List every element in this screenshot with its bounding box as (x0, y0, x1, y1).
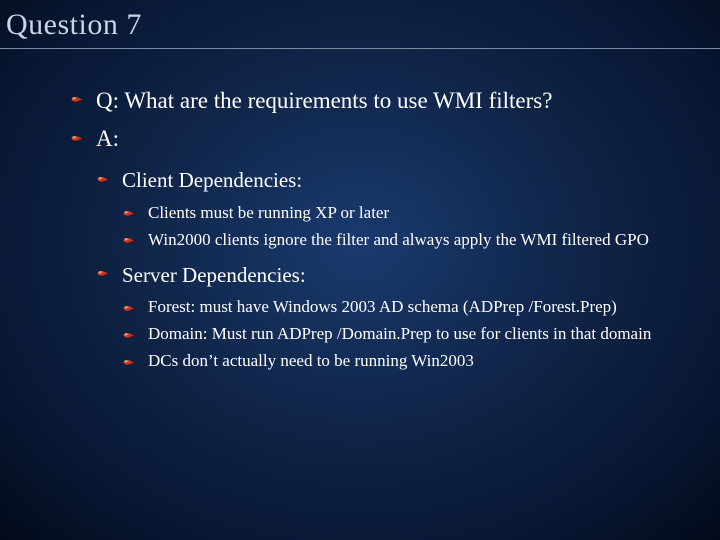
list-item: A: Client Dependencies: Clients must be … (70, 123, 680, 373)
slide: Question 7 Q: What are the requirements … (0, 0, 720, 540)
slide-title: Question 7 (0, 0, 720, 49)
list-item: Q: What are the requirements to use WMI … (70, 85, 680, 117)
bullet-icon (122, 358, 136, 367)
client-dep-item: Win2000 clients ignore the filter and al… (148, 230, 649, 249)
bullet-list-level1: Q: What are the requirements to use WMI … (70, 85, 680, 373)
bullet-list-level2: Client Dependencies: Clients must be run… (96, 165, 680, 373)
list-item: Forest: must have Windows 2003 AD schema… (122, 296, 680, 319)
list-item: Win2000 clients ignore the filter and al… (122, 229, 680, 252)
client-dependencies-label: Client Dependencies: (122, 168, 302, 192)
bullet-icon (122, 331, 136, 340)
bullet-list-level3: Forest: must have Windows 2003 AD schema… (122, 296, 680, 373)
bullet-icon (122, 304, 136, 313)
bullet-icon (70, 95, 84, 104)
slide-content: Q: What are the requirements to use WMI … (0, 49, 720, 373)
bullet-icon (96, 175, 110, 184)
server-dep-item: Forest: must have Windows 2003 AD schema… (148, 297, 617, 316)
list-item: DCs don’t actually need to be running Wi… (122, 350, 680, 373)
bullet-icon (122, 209, 136, 218)
bullet-icon (122, 236, 136, 245)
bullet-icon (96, 269, 110, 278)
answer-label: A: (96, 126, 119, 151)
bullet-icon (70, 134, 84, 143)
server-dep-item: Domain: Must run ADPrep /Domain.Prep to … (148, 324, 651, 343)
server-dep-item: DCs don’t actually need to be running Wi… (148, 351, 474, 370)
list-item: Server Dependencies: Forest: must have W… (96, 260, 680, 373)
question-text: Q: What are the requirements to use WMI … (96, 88, 552, 113)
bullet-list-level3: Clients must be running XP or later Win2… (122, 202, 680, 252)
list-item: Domain: Must run ADPrep /Domain.Prep to … (122, 323, 680, 346)
server-dependencies-label: Server Dependencies: (122, 263, 306, 287)
client-dep-item: Clients must be running XP or later (148, 203, 389, 222)
list-item: Client Dependencies: Clients must be run… (96, 165, 680, 251)
list-item: Clients must be running XP or later (122, 202, 680, 225)
